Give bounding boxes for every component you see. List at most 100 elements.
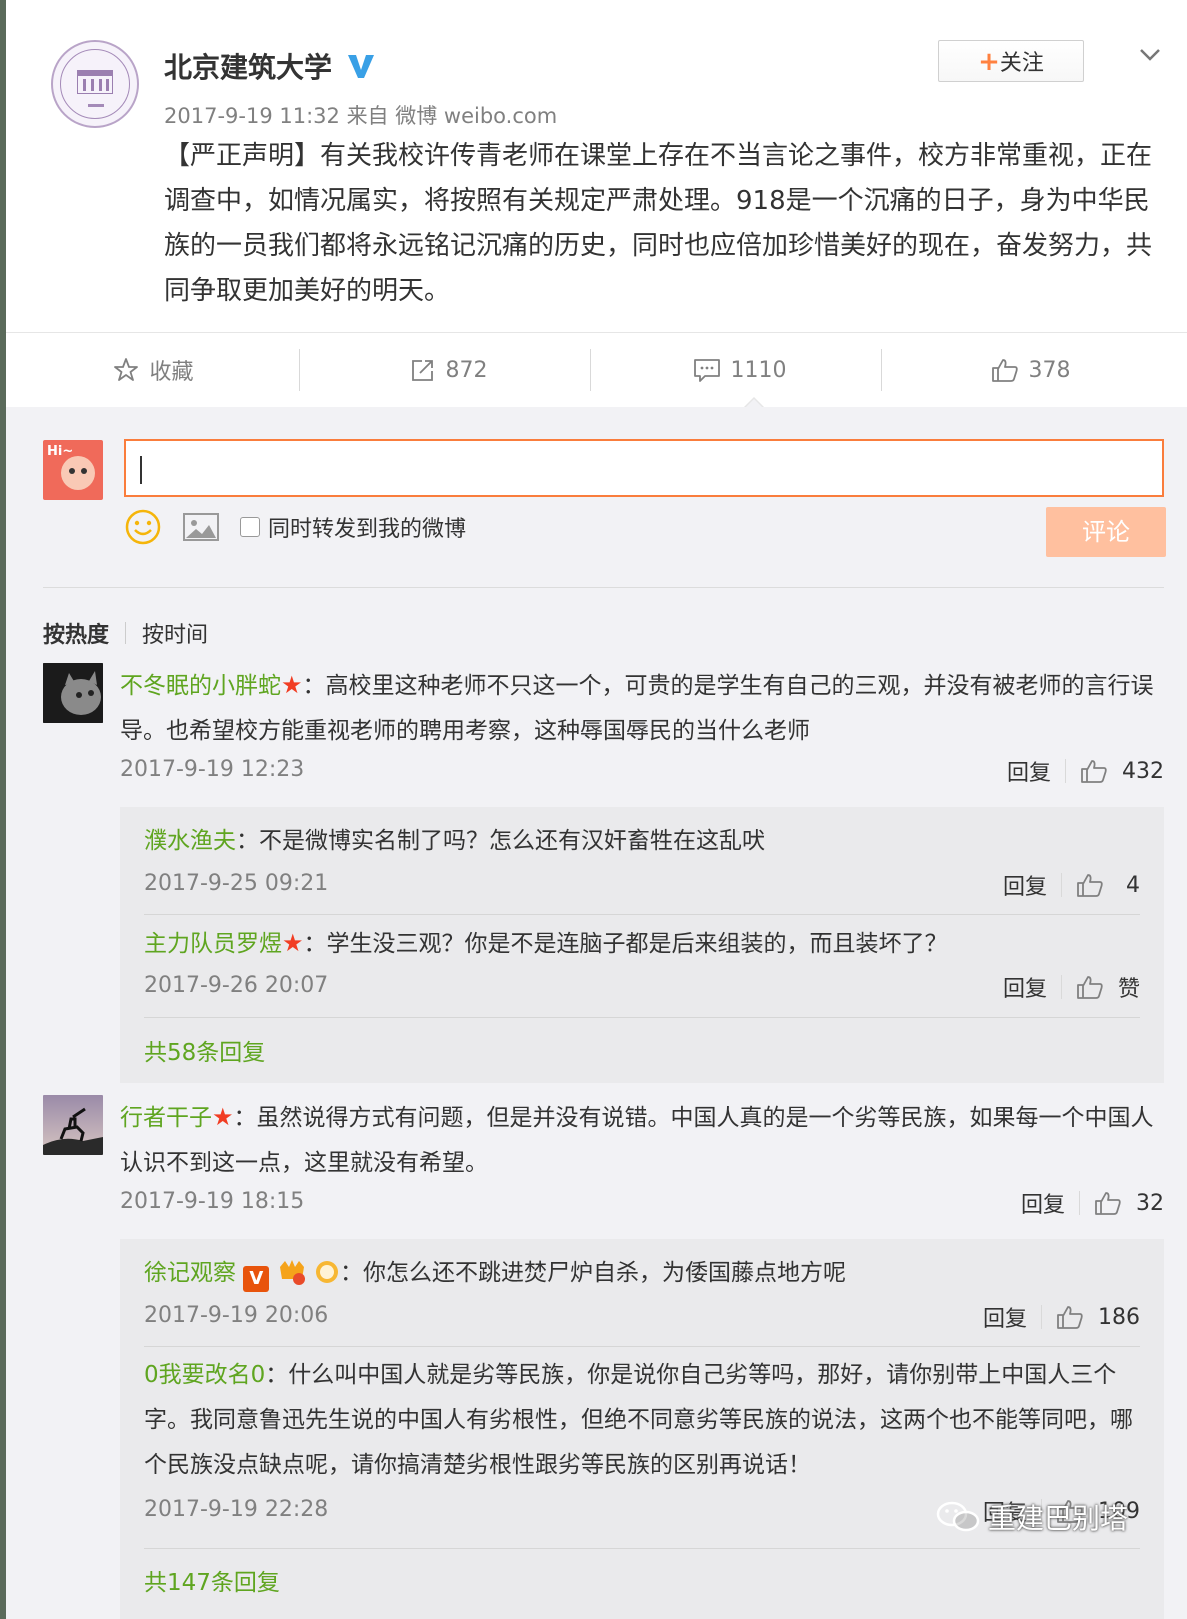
- reply-button[interactable]: 回复: [983, 1301, 1027, 1333]
- like-button[interactable]: 378: [883, 333, 1178, 407]
- like-count: 186: [1098, 1304, 1140, 1330]
- crown-medal-icon: [279, 1260, 305, 1285]
- comment-input[interactable]: [124, 439, 1164, 497]
- my-avatar[interactable]: Hi~: [43, 440, 103, 500]
- comment-content: 不冬眠的小胖蛇★：高校里这种老师不只这一个，可贵的是学生有自己的三观，并没有被老…: [120, 663, 1164, 754]
- thumb-up-icon[interactable]: [1094, 1190, 1122, 1216]
- reply-divider: [144, 1346, 1140, 1347]
- favorite-label: 收藏: [149, 360, 194, 385]
- ops-separator: [1061, 873, 1062, 897]
- verified-v-icon: [348, 55, 374, 78]
- image-icon[interactable]: [182, 511, 220, 543]
- reply-button[interactable]: 回复: [1003, 869, 1047, 901]
- reply-divider: [144, 914, 1140, 915]
- post-meta: 2017-9-19 11:32 来自 微博 weibo.com: [164, 100, 557, 130]
- more-replies-link[interactable]: 共58条回复: [144, 1033, 265, 1067]
- comment-item: 行者干子★：虽然说得方式有问题，但是并没有说错。中国人真的是一个劣等民族，如果每…: [43, 1095, 1164, 1619]
- reply-item: 濮水渔夫：不是微博实名制了吗？怎么还有汉奸畜牲在这乱吠 2017-9-25 09…: [144, 819, 1140, 909]
- repost-checkbox[interactable]: [240, 517, 260, 537]
- ops-separator: [1060, 975, 1062, 999]
- comment-username[interactable]: 行者干子: [120, 1105, 212, 1131]
- comment-button[interactable]: 1110: [592, 333, 887, 407]
- like-count: 4: [1126, 872, 1140, 898]
- composer-tools: 同时转发到我的微博: [124, 507, 466, 547]
- more-replies-link[interactable]: 共147条回复: [144, 1563, 280, 1597]
- post-time[interactable]: 2017-9-19 11:32: [164, 104, 340, 128]
- thumb-up-icon[interactable]: [1076, 974, 1104, 1000]
- reply-item: 主力队员罗煜★：学生没三观？你是不是连脑子都是后来组装的，而且装坏了？ 2017…: [144, 921, 1140, 1011]
- post-source[interactable]: 来自 微博 weibo.com: [347, 104, 558, 128]
- repost-icon: [411, 360, 433, 381]
- level-badge-icon: [315, 1261, 338, 1283]
- comment-username[interactable]: 不冬眠的小胖蛇: [120, 673, 281, 699]
- member-star-icon: ★: [282, 929, 304, 957]
- wechat-icon: [936, 1501, 980, 1532]
- repost-option-label: 同时转发到我的微博: [268, 517, 467, 542]
- reply-thread: 徐记观察 V ： 你怎么还不跳进焚尸炉自杀，为倭国藤点地方呢 2017-9-19 …: [120, 1239, 1164, 1619]
- thumb-up-icon[interactable]: [1056, 1304, 1084, 1330]
- active-tab-caret-fill: [746, 399, 762, 407]
- reply-button[interactable]: 回复: [1021, 1187, 1065, 1219]
- comment-content: 行者干子★：虽然说得方式有问题，但是并没有说错。中国人真的是一个劣等民族，如果每…: [120, 1095, 1164, 1186]
- ops-separator: [1079, 1191, 1080, 1215]
- follow-button[interactable]: +关注: [938, 40, 1084, 82]
- comment-separator: ：: [233, 1105, 257, 1131]
- like-count: 432: [1122, 758, 1164, 784]
- sort-separator: [125, 622, 127, 644]
- weibo-page: 北京建筑大学 2017-9-19 11:32 来自 微博 weibo.com 【…: [6, 0, 1187, 1619]
- sort-by-hot-tab[interactable]: 按热度: [43, 617, 109, 649]
- reply-ops: 回复 赞: [1003, 971, 1140, 1003]
- reply-text: 学生没三观？你是不是连脑子都是后来组装的，而且装坏了？: [326, 931, 948, 957]
- reply-button[interactable]: 回复: [1007, 755, 1051, 787]
- reply-username[interactable]: 濮水渔夫: [144, 828, 236, 854]
- submit-comment-button[interactable]: 评论: [1046, 507, 1166, 557]
- reply-content: 主力队员罗煜★：学生没三观？你是不是连脑子都是后来组装的，而且装坏了？: [144, 921, 1140, 967]
- avatar-eye: [69, 468, 75, 474]
- reply-text: 你怎么还不跳进焚尸炉自杀，为倭国藤点地方呢: [362, 1260, 846, 1286]
- composer-divider: [43, 587, 1164, 588]
- comment-icon: [693, 359, 720, 382]
- repost-button[interactable]: 872: [301, 333, 596, 407]
- reply-time: 2017-9-19 22:28: [144, 1497, 329, 1522]
- reply-separator: ：: [265, 1362, 289, 1388]
- chevron-down-icon[interactable]: [1139, 44, 1161, 66]
- comments-panel: Hi~ 同时转发到我的微博 评论 按热度 按时间 不冬眠的小胖蛇★：高校里这种老…: [6, 407, 1187, 1619]
- post-author[interactable]: 北京建筑大学: [164, 46, 332, 86]
- reply-username[interactable]: 0我要改名0: [144, 1362, 265, 1388]
- reply-divider: [144, 1548, 1140, 1549]
- repost-count: 872: [445, 357, 488, 383]
- reply-button[interactable]: 回复: [1003, 971, 1047, 1003]
- thumb-up-icon: [991, 359, 1018, 382]
- weibo-post: 北京建筑大学 2017-9-19 11:32 来自 微博 weibo.com 【…: [6, 0, 1187, 332]
- reply-username[interactable]: 徐记观察: [144, 1260, 236, 1286]
- commenter-avatar-rider[interactable]: [43, 1095, 103, 1155]
- comment-time: 2017-9-19 12:23: [120, 757, 305, 782]
- thumb-up-icon[interactable]: [1076, 872, 1104, 898]
- logo-building-icon: [77, 70, 113, 94]
- comment-ops: 回复 32: [1021, 1187, 1164, 1219]
- favorite-button[interactable]: 收藏: [6, 333, 301, 407]
- reply-username[interactable]: 主力队员罗煜: [144, 931, 282, 957]
- member-star-icon: ★: [212, 1103, 234, 1131]
- wechat-watermark: 重建巴别塔: [936, 1497, 1128, 1537]
- member-star-icon: ★: [281, 671, 303, 699]
- action-separator: [299, 349, 300, 391]
- commenter-avatar-cat[interactable]: [43, 663, 103, 723]
- sort-by-time-tab[interactable]: 按时间: [142, 617, 208, 649]
- reply-content: 濮水渔夫：不是微博实名制了吗？怎么还有汉奸畜牲在这乱吠: [144, 819, 1140, 864]
- emoji-icon[interactable]: [124, 508, 162, 546]
- reply-ops: 回复 4: [1003, 869, 1140, 901]
- comment-count: 1110: [730, 357, 787, 383]
- post-action-bar: 收藏 872 1110 378: [6, 332, 1187, 408]
- reply-time: 2017-9-25 09:21: [144, 871, 329, 896]
- logo-year-mark: [88, 104, 104, 107]
- like-count: 32: [1136, 1190, 1164, 1216]
- comment-item: 不冬眠的小胖蛇★：高校里这种老师不只这一个，可贵的是学生有自己的三观，并没有被老…: [43, 663, 1164, 1083]
- reply-ops: 回复 186: [983, 1301, 1140, 1333]
- thumb-up-icon[interactable]: [1080, 758, 1108, 784]
- reply-separator: ：: [303, 931, 327, 957]
- university-logo-avatar[interactable]: [51, 40, 139, 128]
- vip-v-badge-icon: V: [243, 1266, 270, 1292]
- reply-thread: 濮水渔夫：不是微博实名制了吗？怎么还有汉奸畜牲在这乱吠 2017-9-25 09…: [120, 807, 1164, 1083]
- comment-text: 虽然说得方式有问题，但是并没有说错。中国人真的是一个劣等民族，如果每一个中国人认…: [120, 1105, 1154, 1176]
